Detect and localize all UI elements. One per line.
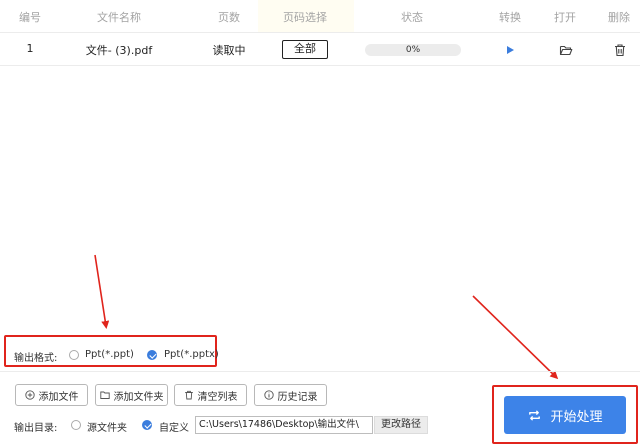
folder-icon [99, 391, 110, 399]
column-header-index: 编号 [19, 11, 41, 24]
progress-label: 0% [405, 45, 421, 55]
radio-pptx[interactable] [147, 350, 157, 360]
column-header-page-select: 页码选择 [283, 11, 327, 24]
plus-circle-icon [24, 390, 35, 400]
add-file-label: 添加文件 [38, 391, 79, 403]
bottom-separator [0, 371, 640, 372]
start-process-label: 开始处理 [550, 409, 603, 425]
row-filename: 文件- (3).pdf [85, 44, 153, 57]
annotation-arrows [94, 254, 559, 380]
radio-source-folder-label[interactable]: 源文件夹 [87, 419, 127, 434]
column-header-filename: 文件名称 [97, 11, 141, 24]
column-header-status: 状态 [401, 11, 423, 24]
column-header-delete: 删除 [608, 11, 630, 24]
table-row[interactable]: 1 文件- (3).pdf 读取中 全部 0% [0, 32, 640, 66]
table-header: 编号 文件名称 页数 页码选择 状态 转换 打开 删除 [0, 0, 640, 32]
add-folder-label: 添加文件夹 [113, 391, 164, 403]
history-button[interactable]: 历史记录 [254, 384, 327, 406]
radio-ppt[interactable] [69, 350, 79, 360]
annotation-arrow-start [472, 295, 559, 380]
clear-list-button[interactable]: 清空列表 [174, 384, 247, 406]
trash-icon[interactable] [613, 43, 627, 57]
play-icon[interactable] [503, 43, 517, 57]
page-select-button[interactable]: 全部 [282, 40, 328, 59]
trash-icon [184, 390, 193, 400]
add-folder-button[interactable]: 添加文件夹 [95, 384, 168, 406]
history-label: 历史记录 [277, 391, 318, 403]
annotation-arrow-format [94, 254, 110, 329]
radio-source-folder[interactable] [71, 420, 81, 430]
column-header-open: 打开 [554, 11, 576, 24]
radio-custom[interactable] [142, 420, 152, 430]
folder-open-icon[interactable] [559, 43, 573, 57]
progress-bar: 0% [365, 44, 461, 56]
clear-list-label: 清空列表 [197, 391, 238, 403]
change-path-button[interactable]: 更改路径 [374, 416, 428, 434]
radio-pptx-label[interactable]: Ppt(*.pptx) [164, 349, 219, 360]
column-header-convert: 转换 [499, 11, 521, 24]
radio-custom-label[interactable]: 自定义 [159, 419, 189, 434]
output-format-label: 输出格式: [14, 353, 58, 364]
radio-ppt-label[interactable]: Ppt(*.ppt) [85, 349, 134, 360]
start-process-button[interactable]: 开始处理 [504, 396, 626, 434]
repeat-icon [529, 409, 541, 421]
add-file-button[interactable]: 添加文件 [15, 384, 88, 406]
info-icon [263, 390, 274, 400]
output-path-field[interactable]: C:\Users\17486\Desktop\输出文件\ [195, 416, 373, 434]
row-index: 1 [26, 42, 34, 55]
column-header-pages: 页数 [218, 11, 240, 24]
row-pages: 读取中 [212, 44, 246, 57]
output-dir-label: 输出目录: [14, 423, 58, 434]
